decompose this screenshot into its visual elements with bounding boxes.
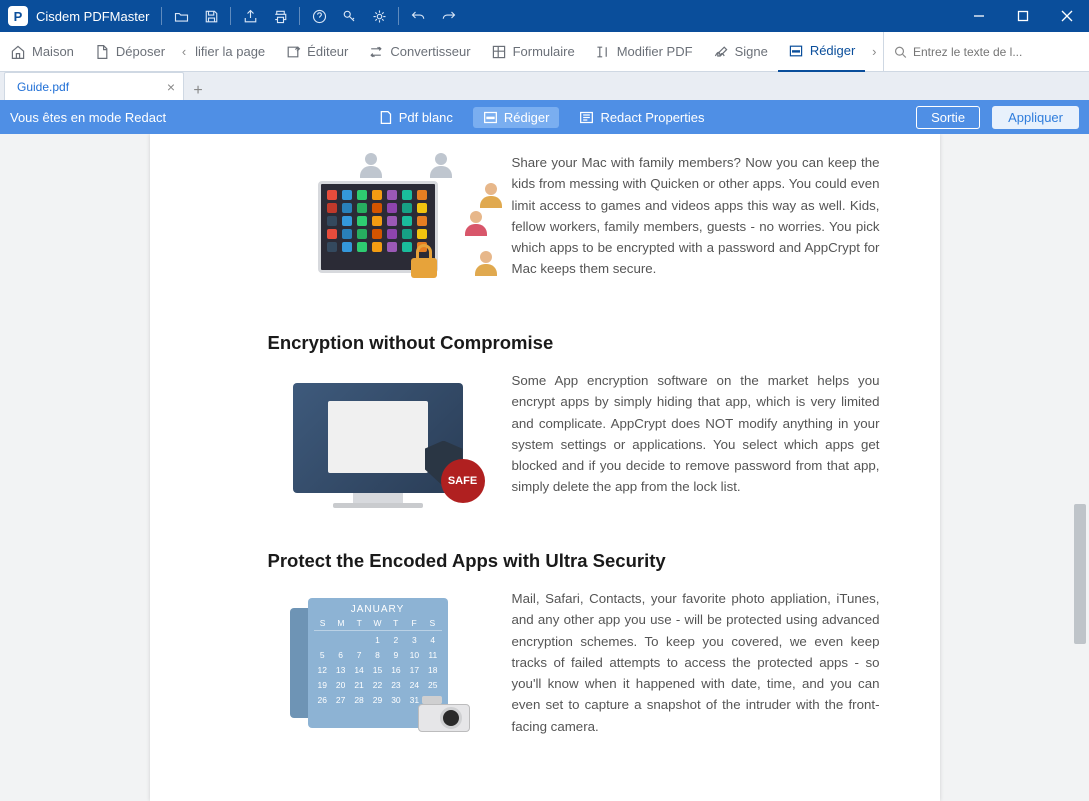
section3-heading: Protect the Encoded Apps with Ultra Secu…: [268, 550, 880, 572]
separator: [230, 7, 231, 25]
redo-icon[interactable]: [433, 0, 463, 32]
nav-file[interactable]: Déposer: [84, 32, 175, 72]
nav-page[interactable]: lifier la page: [193, 32, 275, 72]
search-box[interactable]: [883, 32, 1089, 72]
blank-pdf-label: Pdf blanc: [399, 110, 453, 125]
nav-editor-label: Éditeur: [307, 44, 348, 59]
nav-form-label: Formulaire: [513, 44, 575, 59]
redact-toolbar: Vous êtes en mode Redact Pdf blanc Rédig…: [0, 100, 1089, 134]
search-input[interactable]: [913, 45, 1079, 59]
blank-pdf-button[interactable]: Pdf blanc: [368, 107, 463, 128]
nav-sign-label: Signe: [735, 44, 768, 59]
nav-sign[interactable]: Signe: [703, 32, 778, 72]
scroll-left-icon[interactable]: ‹: [175, 44, 193, 59]
nav-redact-label: Rédiger: [810, 43, 856, 58]
section2-paragraph: Some App encryption software on the mark…: [512, 370, 880, 498]
app-title: Cisdem PDFMaster: [36, 9, 149, 24]
share-icon[interactable]: [235, 0, 265, 32]
tab-label: Guide.pdf: [17, 80, 69, 94]
pdf-page: Share your Mac with family members? Now …: [150, 134, 940, 801]
separator: [299, 7, 300, 25]
section-protect: Protect the Encoded Apps with Ultra Secu…: [268, 550, 880, 738]
title-bar: P Cisdem PDFMaster: [0, 0, 1089, 32]
save-icon[interactable]: [196, 0, 226, 32]
scroll-right-icon[interactable]: ›: [865, 44, 883, 59]
key-icon[interactable]: [334, 0, 364, 32]
settings-icon[interactable]: [364, 0, 394, 32]
section3-paragraph: Mail, Safari, Contacts, your favorite ph…: [512, 588, 880, 737]
section-share-mac: Share your Mac with family members? Now …: [268, 152, 880, 302]
exit-button[interactable]: Sortie: [916, 106, 980, 129]
main-toolbar: Maison Déposer ‹ lifier la page Éditeur …: [0, 32, 1089, 72]
separator: [161, 7, 162, 25]
tab-strip: Guide.pdf × +: [0, 72, 1089, 100]
document-viewer: Share your Mac with family members? Now …: [0, 134, 1089, 801]
nav-home-label: Maison: [32, 44, 74, 59]
nav-file-label: Déposer: [116, 44, 165, 59]
nav-modify-label: Modifier PDF: [617, 44, 693, 59]
illustration-calendar: JANUARY SMTWTFS 123456789101112131415161…: [268, 588, 488, 738]
redact-properties-button[interactable]: Redact Properties: [569, 107, 714, 128]
close-button[interactable]: [1045, 0, 1089, 32]
nav-redact[interactable]: Rédiger: [778, 32, 866, 72]
apply-button[interactable]: Appliquer: [992, 106, 1079, 129]
nav-editor[interactable]: Éditeur: [275, 32, 358, 72]
nav-page-label: lifier la page: [195, 44, 265, 59]
nav-home[interactable]: Maison: [0, 32, 84, 72]
app-icon: P: [8, 6, 28, 26]
nav-converter[interactable]: Convertisseur: [358, 32, 480, 72]
illustration-lock-apps: [268, 152, 488, 302]
section2-heading: Encryption without Compromise: [268, 332, 880, 354]
nav-converter-label: Convertisseur: [390, 44, 470, 59]
add-tab-button[interactable]: +: [184, 82, 212, 100]
undo-icon[interactable]: [403, 0, 433, 32]
maximize-button[interactable]: [1001, 0, 1045, 32]
redact-button-label: Rédiger: [504, 110, 550, 125]
redact-button[interactable]: Rédiger: [473, 107, 560, 128]
document-tab[interactable]: Guide.pdf ×: [4, 72, 184, 100]
print-icon[interactable]: [265, 0, 295, 32]
redact-properties-label: Redact Properties: [600, 110, 704, 125]
help-icon[interactable]: [304, 0, 334, 32]
section1-paragraph: Share your Mac with family members? Now …: [512, 152, 880, 280]
section-encryption: Encryption without Compromise SAFE Some …: [268, 332, 880, 520]
nav-form[interactable]: Formulaire: [481, 32, 585, 72]
illustration-safe: SAFE: [268, 370, 488, 520]
tab-close-icon[interactable]: ×: [167, 79, 175, 95]
open-icon[interactable]: [166, 0, 196, 32]
nav-modify[interactable]: Modifier PDF: [585, 32, 703, 72]
separator: [398, 7, 399, 25]
safe-badge: SAFE: [441, 459, 485, 503]
camera-icon: [418, 692, 472, 732]
calendar-month: JANUARY: [314, 604, 442, 615]
lock-icon: [411, 244, 441, 278]
minimize-button[interactable]: [957, 0, 1001, 32]
redact-mode-label: Vous êtes en mode Redact: [10, 110, 166, 125]
scrollbar-thumb[interactable]: [1074, 504, 1086, 644]
vertical-scrollbar[interactable]: [1073, 134, 1087, 801]
